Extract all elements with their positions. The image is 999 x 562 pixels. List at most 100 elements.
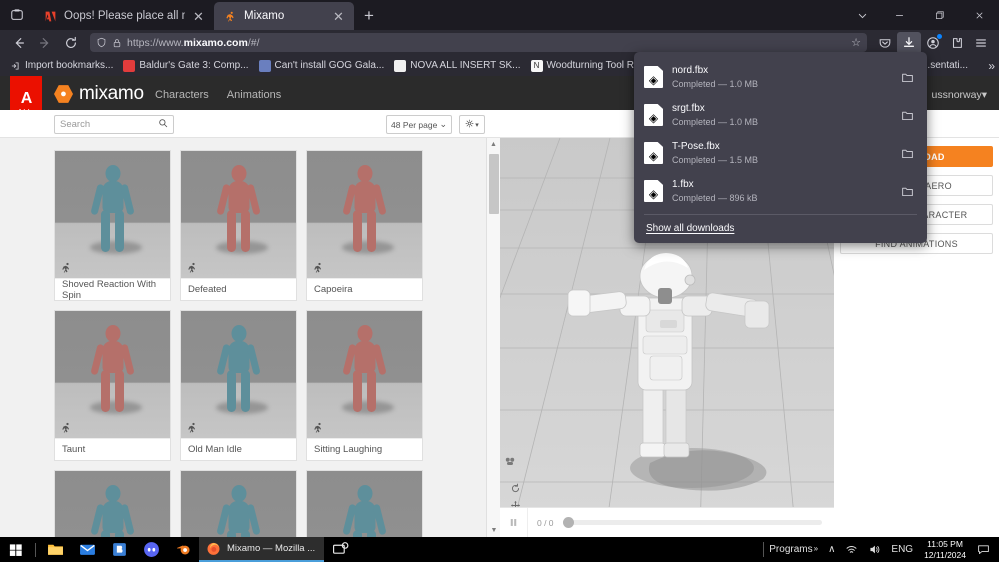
folder-icon[interactable] [897, 147, 917, 160]
windows-start-icon[interactable] [0, 537, 32, 562]
animation-card[interactable] [54, 470, 171, 537]
download-item[interactable]: ◈ 1.fbx Completed — 896 kB [634, 172, 927, 210]
close-button[interactable] [959, 0, 999, 30]
show-all-downloads-link[interactable]: Show all downloads [634, 215, 927, 243]
animation-grid: Shoved Reaction With Spin Defeated Capoe… [54, 150, 474, 537]
programs-label[interactable]: Programs » [764, 544, 823, 555]
volume-icon[interactable] [863, 543, 886, 556]
animation-card[interactable]: Shoved Reaction With Spin [54, 150, 171, 301]
bookmark-star-icon[interactable]: ☆ [851, 36, 861, 49]
tab-title: Oops! Please place all markers [64, 10, 185, 22]
bookmark-label: Can't install GOG Gala... [274, 60, 385, 71]
scroll-up-icon[interactable]: ▲ [487, 138, 500, 151]
chevron-down-icon[interactable] [845, 0, 879, 30]
bookmark-label: Import bookmarks... [25, 60, 114, 71]
scroll-down-icon[interactable]: ▼ [487, 524, 501, 537]
discord-icon[interactable] [135, 537, 167, 562]
download-item[interactable]: ◈ nord.fbx Completed — 1.0 MB [634, 58, 927, 96]
search-input[interactable]: Search [54, 115, 174, 134]
url-bar[interactable]: https://www.mixamo.com/#/ ☆ [90, 33, 867, 52]
rotate-icon[interactable] [504, 481, 526, 495]
mannequin-figure [84, 483, 142, 537]
folder-icon[interactable] [897, 71, 917, 84]
grid-scrollbar[interactable]: ▲ ▼ [486, 138, 500, 537]
list-all-tabs-icon[interactable] [0, 0, 34, 30]
taskbar-app-label: Mixamo — Mozilla ... [227, 543, 316, 554]
download-item[interactable]: ◈ T-Pose.fbx Completed — 1.5 MB [634, 134, 927, 172]
close-icon[interactable]: ✕ [331, 9, 346, 24]
animation-card[interactable]: Capoeira [306, 150, 423, 301]
animation-card[interactable]: Taunt [54, 310, 171, 461]
bookmark-import[interactable]: Import bookmarks... [4, 56, 118, 75]
animation-card[interactable]: Defeated [180, 150, 297, 301]
mixamo-hex-icon: ● [54, 85, 73, 103]
blender2-icon[interactable] [167, 537, 199, 562]
import-icon [9, 60, 21, 72]
tab-1[interactable]: Mixamo ✕ [214, 2, 354, 30]
window-controls [845, 0, 999, 30]
tray-chevron-icon[interactable]: ∧ [823, 544, 840, 555]
running-person-icon [312, 262, 324, 274]
bookmark-1[interactable]: Baldur's Gate 3: Comp... [118, 56, 253, 75]
reload-button[interactable] [58, 32, 84, 54]
mail-icon[interactable] [71, 537, 103, 562]
pause-icon[interactable] [500, 507, 528, 538]
animation-card[interactable] [306, 470, 423, 537]
bookmark-3[interactable]: NOVA ALL INSERT SK... [389, 56, 525, 75]
firefox-icon [206, 541, 221, 556]
url-text: https://www.mixamo.com/#/ [127, 36, 260, 49]
skeleton-icon[interactable] [504, 455, 516, 469]
playback-slider[interactable] [562, 517, 822, 528]
scrollbar-thumb[interactable] [489, 154, 499, 214]
pocket-icon[interactable] [873, 32, 897, 54]
close-icon[interactable]: ✕ [191, 9, 206, 24]
clock[interactable]: 11:05 PM 12/11/2024 [918, 539, 972, 561]
settings-button[interactable]: ▾ [459, 115, 485, 134]
playback-time: 0 / 0 [537, 517, 554, 528]
playback-bar: 0 / 0 [500, 507, 834, 538]
fbx-file-icon: ◈ [644, 66, 663, 88]
extensions-icon[interactable] [945, 32, 969, 54]
forward-button[interactable] [32, 32, 58, 54]
nav-animations[interactable]: Animations [227, 89, 281, 101]
back-button[interactable] [6, 32, 32, 54]
wifi-icon[interactable] [840, 543, 863, 556]
notification-icon[interactable] [972, 543, 995, 556]
minimize-button[interactable] [879, 0, 919, 30]
mixamo-logo[interactable]: ● mixamo [54, 83, 144, 105]
mixamo-icon [223, 9, 238, 24]
animation-card[interactable] [180, 470, 297, 537]
animation-card[interactable]: Old Man Idle [180, 310, 297, 461]
account-icon[interactable] [921, 32, 945, 54]
downloads-icon[interactable] [897, 31, 921, 54]
playback-knob[interactable] [562, 517, 574, 528]
mannequin-figure [210, 163, 268, 255]
gear-icon [465, 119, 474, 130]
download-status: Completed — 1.0 MB [672, 116, 759, 127]
download-item[interactable]: ◈ srgt.fbx Completed — 1.0 MB [634, 96, 927, 134]
menu-icon[interactable] [969, 32, 993, 54]
new-tab-button[interactable]: + [354, 2, 384, 30]
language-indicator[interactable]: ENG [886, 544, 918, 555]
bookmarks-overflow-icon[interactable]: » [988, 59, 995, 73]
folder-icon[interactable] [897, 109, 917, 122]
search-icon[interactable] [158, 118, 168, 131]
user-menu[interactable]: ussnorway▾ [932, 89, 987, 101]
file-explorer-icon[interactable] [39, 537, 71, 562]
taskbar-active-app[interactable]: Mixamo — Mozilla ... [199, 537, 325, 562]
taskbar: Mixamo — Mozilla ... Programs » ∧ ENG 11… [0, 537, 999, 562]
maximize-button[interactable] [919, 0, 959, 30]
animation-card[interactable]: Sitting Laughing [306, 310, 423, 461]
display-icon[interactable] [324, 537, 356, 562]
bookmark-label: NOVA ALL INSERT SK... [410, 60, 521, 71]
tab-0[interactable]: Oops! Please place all markers ✕ [34, 2, 214, 30]
bookmark-2[interactable]: Can't install GOG Gala... [254, 56, 390, 75]
chevron-down-icon: ▾ [475, 121, 479, 129]
chevron-down-icon: ⌄ [439, 119, 447, 129]
nav-characters[interactable]: Characters [155, 89, 209, 101]
animation-thumbnail [307, 151, 422, 278]
per-page-select[interactable]: 48 Per page ⌄ [386, 115, 452, 134]
mannequin-figure [210, 323, 268, 415]
blender-icon[interactable] [103, 537, 135, 562]
folder-icon[interactable] [897, 185, 917, 198]
